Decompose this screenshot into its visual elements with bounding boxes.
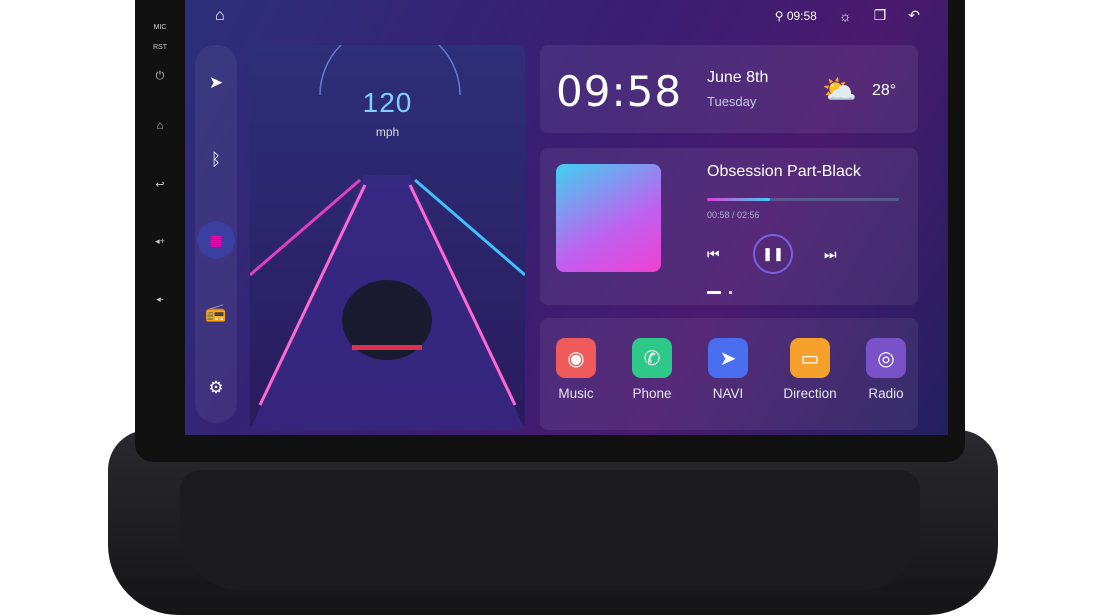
album-art[interactable] xyxy=(556,164,661,272)
volume-up-button[interactable]: ◂+ xyxy=(152,236,168,247)
back-button[interactable]: ↩ xyxy=(152,178,168,191)
app-label: Direction xyxy=(783,386,837,401)
power-button[interactable]: ⏻ xyxy=(152,70,168,83)
app-phone[interactable]: ✆ Phone xyxy=(622,338,682,401)
previous-track-button[interactable]: ⏮ xyxy=(707,246,720,263)
bluetooth-icon[interactable]: ᛒ xyxy=(195,150,237,170)
app-radio[interactable]: ◎ Radio xyxy=(856,338,916,401)
page-indicator xyxy=(729,291,732,294)
track-title: Obsession Part-Black xyxy=(707,163,861,180)
home-button[interactable]: ⌂ xyxy=(152,120,168,132)
navigation-arrow-icon: ➤ xyxy=(708,338,748,378)
app-direction[interactable]: ▭ Direction xyxy=(774,338,846,401)
track-time: 00:58 / 02:56 xyxy=(707,210,760,220)
status-clock: ⚲ 09:58 xyxy=(774,8,817,23)
home-icon[interactable]: ⌂ xyxy=(215,7,225,25)
screen: ⌂ ⚲ 09:58 ☼ ❐ ↶ ➤ ᛒ ▦ 📻 ⚙ 120 mph 09:58 … xyxy=(185,0,948,435)
speed-value: 120 xyxy=(362,87,413,118)
volume-down-button[interactable]: ◂- xyxy=(152,294,168,305)
reset-button[interactable]: RST xyxy=(152,44,168,51)
weather-partly-cloudy-icon: ⛅ xyxy=(822,74,857,105)
speed-unit: mph xyxy=(375,125,400,139)
clock-weather-widget[interactable]: 09:58 June 8th Tuesday ⛅ 28° xyxy=(540,45,918,133)
dash-trim xyxy=(180,470,920,590)
app-label: NAVI xyxy=(712,386,744,401)
app-label: Music xyxy=(558,386,594,401)
app-dock: ◉ Music ✆ Phone ➤ NAVI ▭ Direction ◎ Radio xyxy=(540,318,918,430)
speedometer-widget: 120 mph xyxy=(250,45,525,430)
clock-time: 09:58 xyxy=(556,67,683,116)
navigation-icon[interactable]: ➤ xyxy=(195,73,237,93)
page-indicator-active xyxy=(707,291,721,294)
recent-apps-icon[interactable]: ❐ xyxy=(874,7,887,24)
sidebar: ➤ ᛒ ▦ 📻 ⚙ xyxy=(195,45,237,423)
app-label: Radio xyxy=(868,386,904,401)
app-navi[interactable]: ➤ NAVI xyxy=(698,338,758,401)
clock-date: June 8th xyxy=(707,69,769,86)
music-icon: ◉ xyxy=(556,338,596,378)
app-music[interactable]: ◉ Music xyxy=(546,338,606,401)
temperature: 28° xyxy=(872,82,897,99)
settings-icon[interactable]: ⚙ xyxy=(195,378,237,398)
folder-icon: ▭ xyxy=(790,338,830,378)
next-track-button[interactable]: ⏭ xyxy=(824,246,837,263)
app-label: Phone xyxy=(632,386,672,401)
pause-button[interactable]: ❚❚ xyxy=(753,234,793,274)
clock-weekday: Tuesday xyxy=(707,94,757,109)
back-icon[interactable]: ↶ xyxy=(908,7,920,24)
radio-icon[interactable]: 📻 xyxy=(195,303,237,323)
progress-slider[interactable] xyxy=(707,198,899,201)
speaker-icon: ◎ xyxy=(866,338,906,378)
apps-icon[interactable]: ▦ xyxy=(197,221,235,259)
brightness-icon[interactable]: ☼ xyxy=(839,8,852,24)
progress-fill xyxy=(707,198,771,201)
music-widget: Obsession Part-Black 00:58 / 02:56 ⏮ ❚❚ … xyxy=(540,148,918,305)
mic-label: MIC xyxy=(153,24,167,31)
phone-icon: ✆ xyxy=(632,338,672,378)
status-time: 09:58 xyxy=(786,8,817,23)
status-bar: ⌂ ⚲ 09:58 ☼ ❐ ↶ xyxy=(185,0,948,34)
